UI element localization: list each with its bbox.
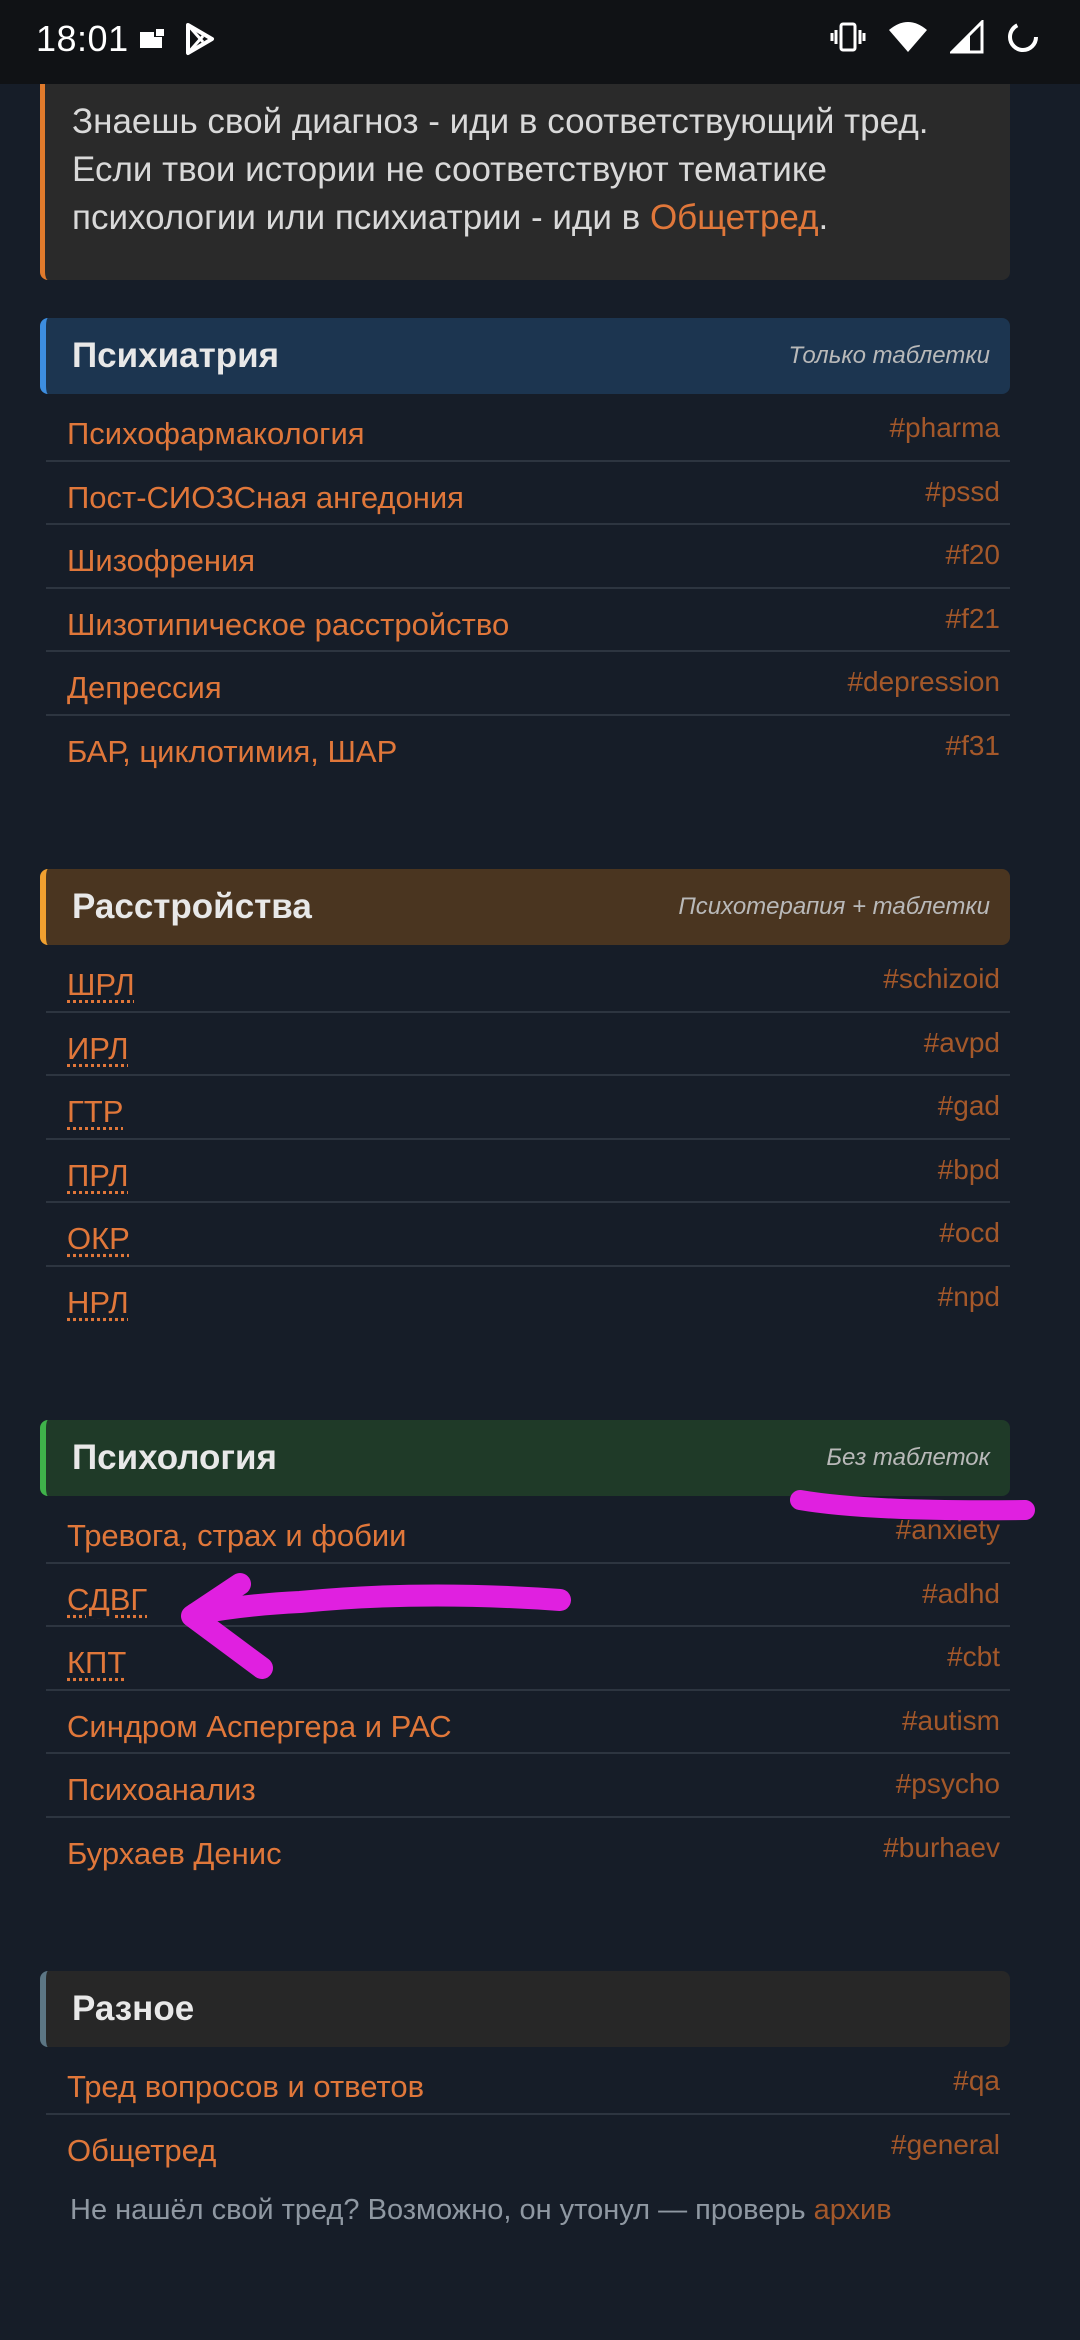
thread-row[interactable]: Шизофрения #f20 bbox=[46, 525, 1010, 589]
thread-link[interactable]: Тред вопросов и ответов bbox=[67, 2069, 424, 2105]
status-time: 18:01 bbox=[36, 18, 129, 59]
battery-icon bbox=[1008, 22, 1038, 52]
notice-box: Знаешь свой диагноз - иди в соответствую… bbox=[40, 84, 1010, 280]
section-disorders: Расстройства Психотерапия + таблетки ШРЛ… bbox=[40, 869, 1010, 1330]
thread-row[interactable]: ПРЛ #bpd bbox=[46, 1140, 1010, 1203]
thread-link[interactable]: ИРЛ bbox=[67, 1031, 129, 1067]
thread-row[interactable]: НРЛ #npd bbox=[46, 1267, 1010, 1331]
thread-row[interactable]: ШРЛ #schizoid bbox=[46, 949, 1010, 1013]
section-header: Разное bbox=[40, 1971, 1010, 2047]
thread-row[interactable]: Шизотипическое расстройство #f21 bbox=[46, 589, 1010, 652]
thread-link[interactable]: ШРЛ bbox=[67, 967, 135, 1003]
thread-link[interactable]: СДВГ bbox=[67, 1582, 147, 1618]
section-psychiatry: Психиатрия Только таблетки Психофармакол… bbox=[40, 318, 1010, 779]
thread-tag: #f21 bbox=[945, 602, 1001, 634]
wifi-icon bbox=[889, 22, 927, 52]
thread-row[interactable]: Тред вопросов и ответов #qa bbox=[46, 2051, 1010, 2115]
thread-row[interactable]: БАР, циклотимия, ШАР #f31 bbox=[46, 716, 1010, 780]
notice-end: . bbox=[818, 198, 829, 237]
section-subtitle: Психотерапия + таблетки bbox=[678, 893, 990, 920]
thread-tag: #f31 bbox=[945, 729, 1001, 761]
thread-link[interactable]: Бурхаев Денис bbox=[67, 1836, 282, 1872]
section-title: Разное bbox=[72, 1989, 195, 2028]
thread-row[interactable]: СДВГ #adhd bbox=[46, 1564, 1010, 1627]
thread-row[interactable]: Бурхаев Денис #burhaev bbox=[46, 1818, 1010, 1882]
notice-general-link[interactable]: Общетред bbox=[650, 198, 819, 237]
thread-link[interactable]: ПРЛ bbox=[67, 1158, 129, 1194]
thread-tag: #burhaev bbox=[883, 1831, 1000, 1863]
footer-text: Не нашёл свой тред? Возможно, он утонул … bbox=[70, 2194, 814, 2226]
thread-row[interactable]: ГТР #gad bbox=[46, 1076, 1010, 1140]
section-subtitle: Без таблеток bbox=[826, 1444, 990, 1471]
thread-row[interactable]: Пост-СИОЗСная ангедония #pssd bbox=[46, 462, 1010, 525]
thread-row[interactable]: Тревога, страх и фобии #anxiety bbox=[46, 1500, 1010, 1564]
thread-row[interactable]: Общетред #general bbox=[46, 2115, 1010, 2179]
thread-tag: #pssd bbox=[925, 475, 1000, 507]
thread-row[interactable]: Депрессия #depression bbox=[46, 652, 1010, 716]
thread-tag: #qa bbox=[953, 2065, 1000, 2096]
thread-link[interactable]: Депрессия bbox=[67, 670, 222, 706]
archive-link[interactable]: архив bbox=[814, 2194, 892, 2226]
thread-link[interactable]: ГТР bbox=[67, 1094, 123, 1130]
thread-link[interactable]: Шизофрения bbox=[67, 543, 255, 579]
thread-tag: #autism bbox=[901, 1704, 1000, 1736]
section-header: Психиатрия Только таблетки bbox=[40, 318, 1010, 394]
thread-link[interactable]: БАР, циклотимия, ШАР bbox=[67, 734, 397, 770]
thread-tag: #bpd bbox=[937, 1153, 1000, 1185]
thread-row[interactable]: Психофармакология #pharma bbox=[46, 398, 1010, 462]
thread-tag: #gad bbox=[937, 1090, 1000, 1121]
thread-tag: #npd bbox=[937, 1280, 1000, 1312]
thread-tag: #avpd bbox=[923, 1026, 1000, 1058]
thread-row[interactable]: ИРЛ #avpd bbox=[46, 1013, 1010, 1076]
section-subtitle: Только таблетки bbox=[788, 342, 990, 369]
section-title: Психология bbox=[72, 1438, 277, 1477]
vibrate-icon bbox=[830, 22, 866, 52]
thread-link[interactable]: Общетред bbox=[67, 2133, 216, 2169]
thread-tag: #general bbox=[891, 2128, 1000, 2160]
thread-tag: #schizoid bbox=[883, 963, 1000, 994]
thread-link[interactable]: КПТ bbox=[67, 1645, 126, 1681]
thread-link[interactable]: Тревога, страх и фобии bbox=[67, 1518, 407, 1554]
thread-row[interactable]: Психоанализ #psycho bbox=[46, 1754, 1010, 1818]
thread-link[interactable]: НРЛ bbox=[67, 1285, 129, 1321]
thread-link[interactable]: Синдром Аспергера и РАС bbox=[67, 1709, 452, 1745]
thread-link[interactable]: Шизотипическое расстройство bbox=[67, 607, 509, 643]
thread-row[interactable]: Синдром Аспергера и РАС #autism bbox=[46, 1691, 1010, 1754]
cellular-signal-icon bbox=[950, 20, 984, 54]
thread-tag: #anxiety bbox=[895, 1514, 1000, 1545]
section-title: Психиатрия bbox=[72, 336, 280, 375]
thread-link[interactable]: Психофармакология bbox=[67, 416, 365, 452]
thread-row[interactable]: ОКР #ocd bbox=[46, 1203, 1010, 1267]
thread-row[interactable]: КПТ #cbt bbox=[46, 1627, 1010, 1691]
thread-tag: #adhd bbox=[922, 1577, 1000, 1609]
thread-tag: #psycho bbox=[895, 1768, 1000, 1799]
play-store-icon bbox=[186, 23, 214, 55]
thread-tag: #pharma bbox=[889, 412, 1000, 443]
section-misc: Разное Тред вопросов и ответов #qa Общетр… bbox=[40, 1971, 1010, 2178]
thread-tag: #ocd bbox=[939, 1217, 1000, 1248]
thread-link[interactable]: ОКР bbox=[67, 1221, 130, 1257]
thread-tag: #f20 bbox=[945, 539, 1001, 570]
notification-icon bbox=[140, 28, 164, 48]
thread-tag: #cbt bbox=[947, 1641, 1000, 1672]
thread-link[interactable]: Пост-СИОЗСная ангедония bbox=[67, 480, 464, 516]
section-psychology: Психология Без таблеток Тревога, страх и… bbox=[40, 1420, 1010, 1881]
thread-tag: #depression bbox=[847, 666, 1000, 697]
section-header: Расстройства Психотерапия + таблетки bbox=[40, 869, 1010, 945]
section-title: Расстройства bbox=[72, 887, 312, 926]
footer-note: Не нашёл свой тред? Возможно, он утонул … bbox=[40, 2194, 1010, 2227]
thread-link[interactable]: Психоанализ bbox=[67, 1772, 256, 1808]
status-bar: 18:01 bbox=[0, 0, 1080, 84]
section-header: Психология Без таблеток bbox=[40, 1420, 1010, 1496]
